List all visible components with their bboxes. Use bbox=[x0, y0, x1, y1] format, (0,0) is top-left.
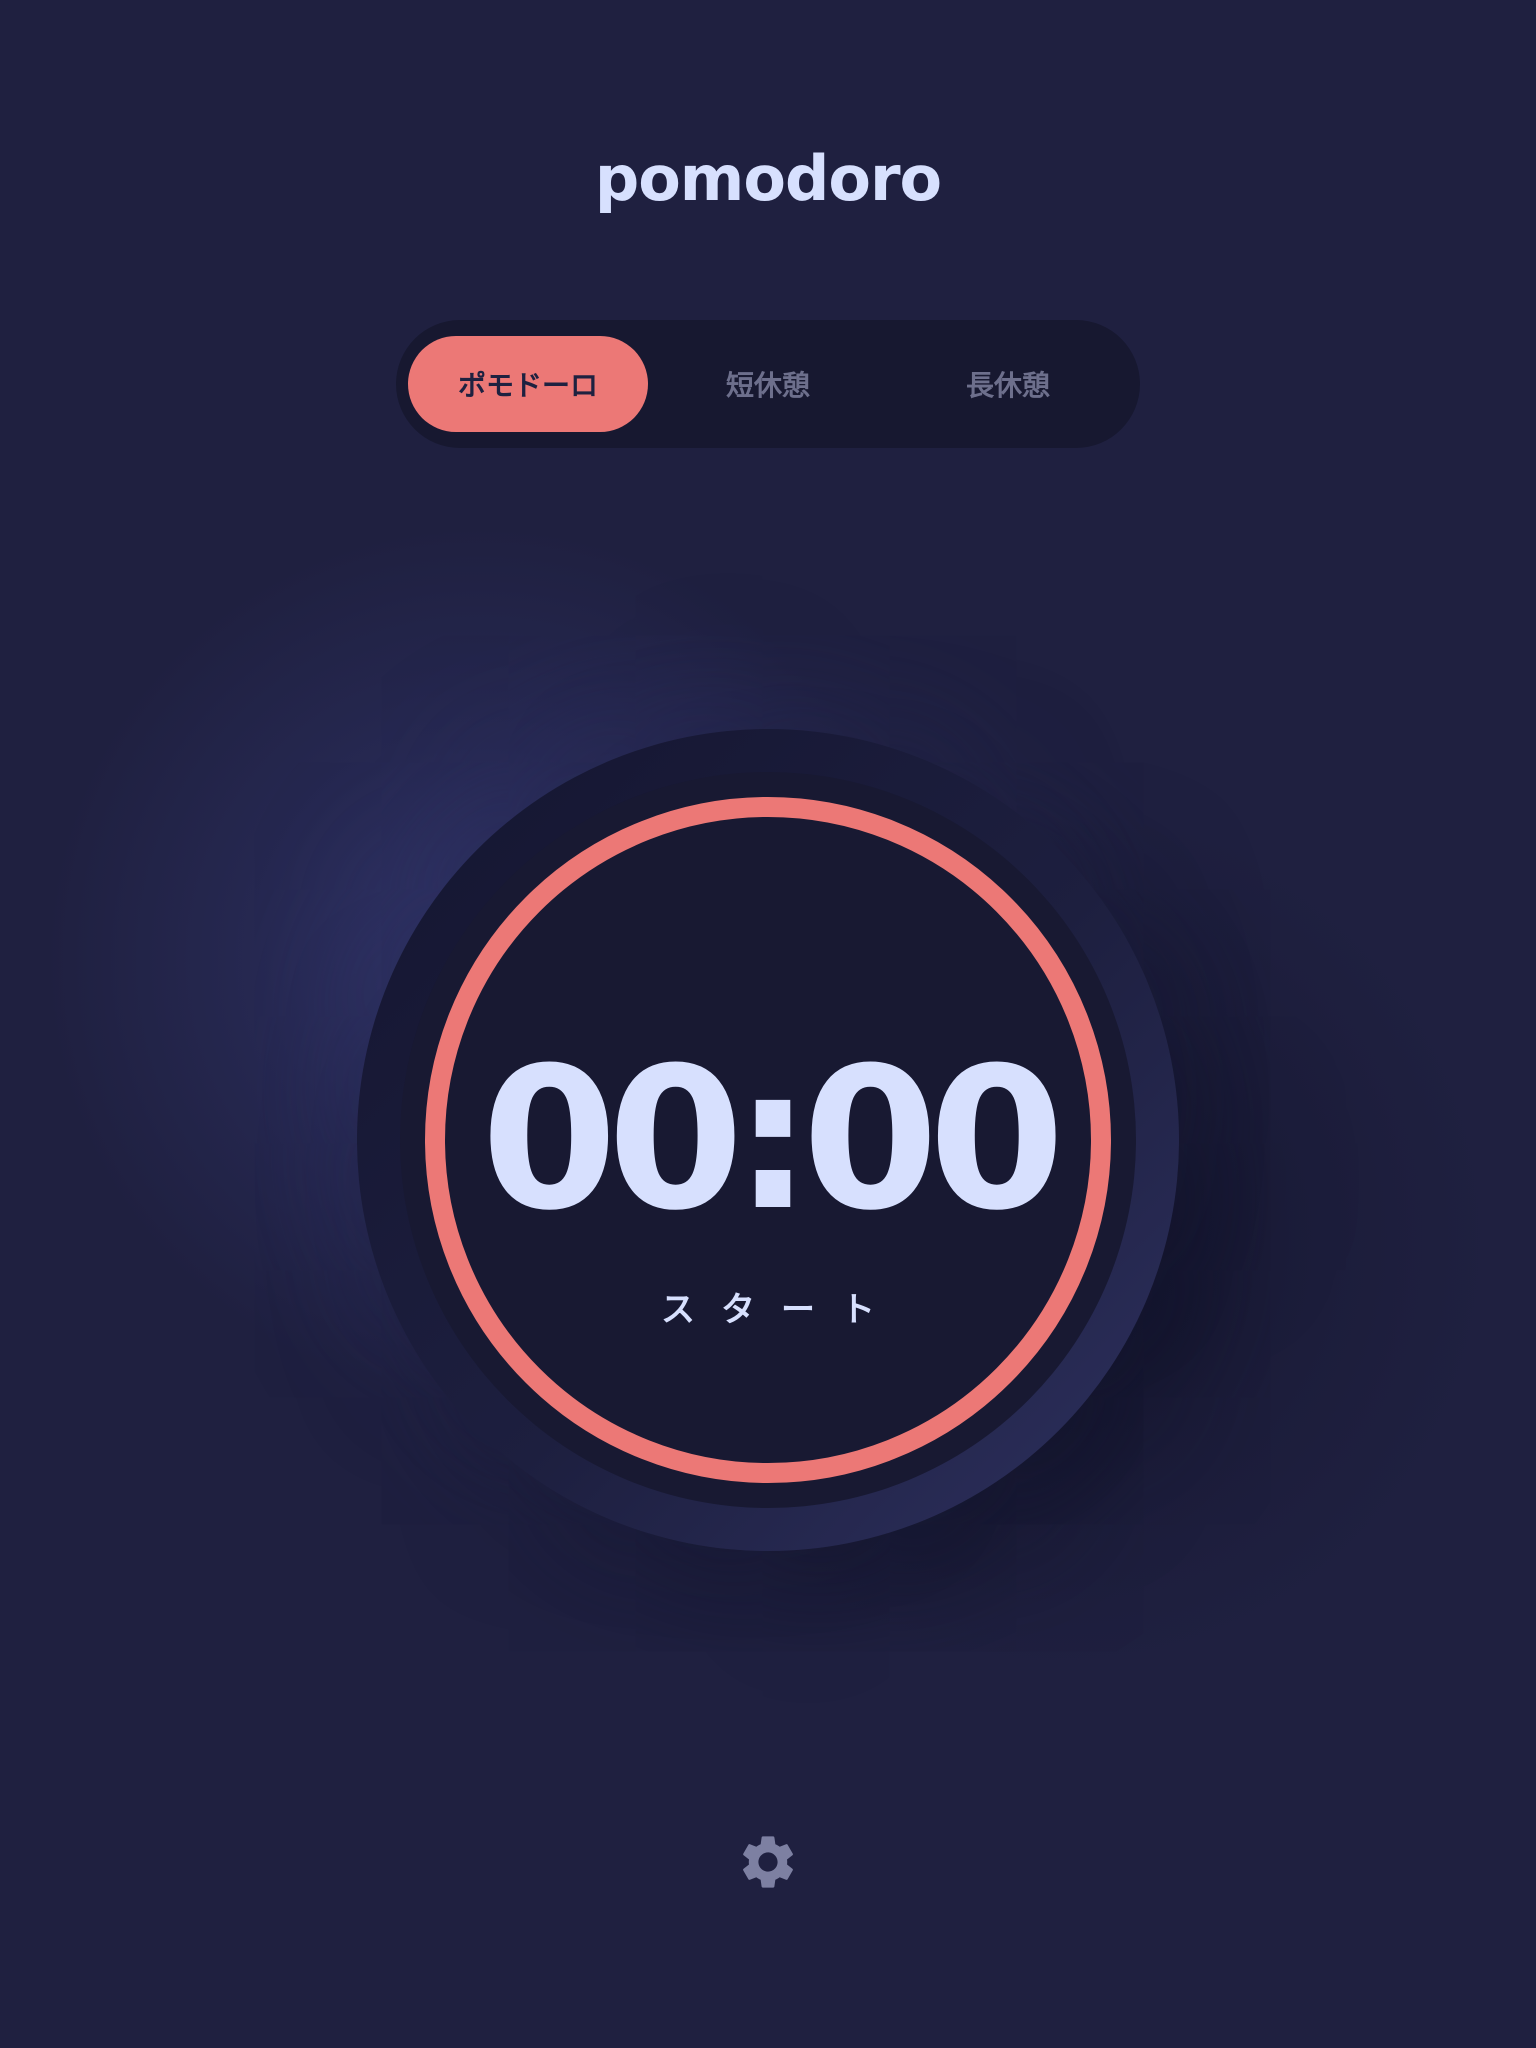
tab-pomodoro[interactable]: ポモドーロ bbox=[408, 336, 648, 432]
gear-icon[interactable] bbox=[736, 1830, 800, 1894]
app-title: pomodoro bbox=[594, 142, 942, 215]
timer-display: 00:00 bbox=[481, 1026, 1065, 1254]
tab-long-break[interactable]: 長休憩 bbox=[888, 336, 1128, 432]
tab-short-break[interactable]: 短休憩 bbox=[648, 336, 888, 432]
start-button[interactable]: スタート bbox=[400, 1282, 1136, 1331]
mode-tabs: ポモドーロ 短休憩 長休憩 bbox=[396, 320, 1140, 448]
